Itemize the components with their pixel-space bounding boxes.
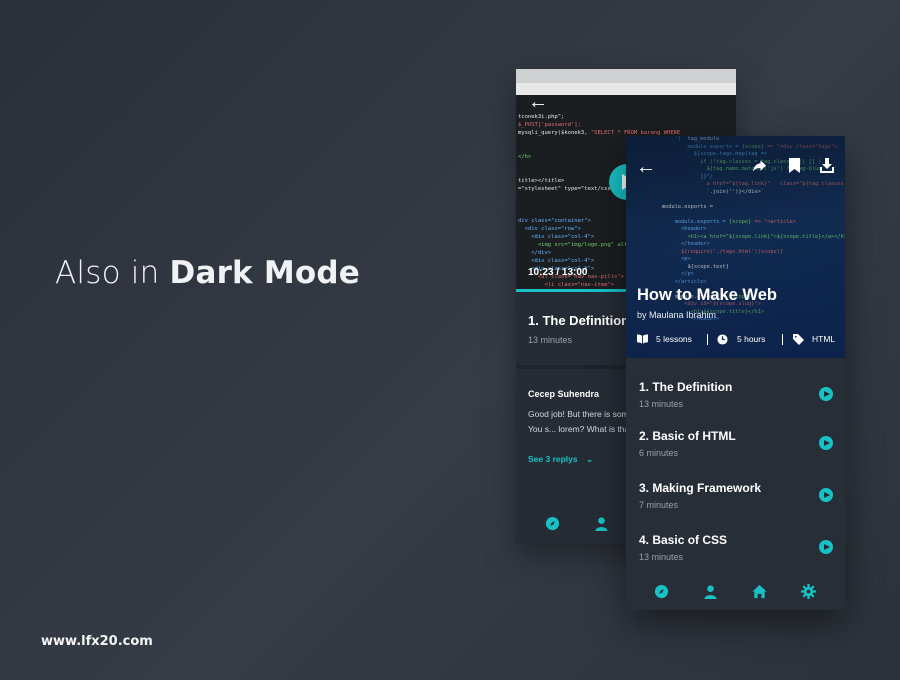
play-icon[interactable]: [819, 488, 833, 502]
lesson-title: 2. Basic of HTML: [639, 429, 736, 443]
clock-icon: [717, 334, 728, 345]
course-detail-screen: ') tag_module module.exports = {scope} =…: [626, 136, 845, 610]
lesson-title: 1. The Definition: [639, 380, 733, 394]
see-replies-link[interactable]: See 3 replys ⌄: [528, 454, 593, 465]
course-hero: ') tag_module module.exports = {scope} =…: [626, 136, 845, 358]
play-icon[interactable]: [819, 387, 833, 401]
lesson-item[interactable]: 3. Making Framework 7 minutes: [626, 481, 845, 533]
bottom-nav: [626, 572, 845, 610]
course-tag: HTML: [812, 334, 836, 344]
current-lesson-title: 1. The Definition: [528, 313, 630, 328]
back-arrow-icon[interactable]: ←: [528, 91, 548, 114]
back-arrow-icon[interactable]: ←: [636, 156, 656, 179]
course-duration: 5 hours: [737, 334, 766, 344]
lesson-duration: 13 minutes: [639, 552, 684, 562]
home-icon[interactable]: [752, 584, 767, 599]
compass-icon[interactable]: [545, 516, 560, 531]
video-ide-menubar: [516, 83, 736, 95]
play-icon[interactable]: [819, 540, 833, 554]
lessons-count: 5 lessons: [656, 334, 692, 344]
meta-separator: [782, 334, 783, 345]
comment-author: Cecep Suhendra: [528, 389, 600, 399]
gear-icon[interactable]: [801, 584, 816, 599]
meta-separator: [707, 334, 708, 345]
see-replies-label: See 3 replys: [528, 454, 578, 464]
course-author: by Maulana Ibrahim: [637, 310, 717, 320]
course-meta: 5 lessons 5 hours HTML: [637, 334, 837, 346]
lesson-duration: 13 minutes: [639, 399, 684, 409]
bookmark-icon[interactable]: [789, 158, 800, 173]
download-icon[interactable]: [820, 158, 834, 173]
lesson-item[interactable]: 1. The Definition 13 minutes: [626, 380, 845, 432]
user-icon[interactable]: [594, 516, 609, 531]
lesson-duration: 6 minutes: [639, 448, 679, 458]
hero-overlay: [626, 136, 845, 358]
headline-light: Also in: [55, 255, 170, 291]
headline: Also in Dark Mode: [55, 255, 360, 291]
tag-icon: [793, 334, 804, 345]
video-time: 10:23 / 13:00: [528, 267, 588, 278]
course-title: How to Make Web: [637, 286, 777, 304]
lesson-title: 4. Basic of CSS: [639, 533, 728, 547]
compass-icon[interactable]: [654, 584, 669, 599]
current-lesson-duration: 13 minutes: [528, 335, 573, 345]
site-url: www.lfx20.com: [41, 634, 153, 649]
lesson-title: 3. Making Framework: [639, 481, 762, 495]
headline-bold: Dark Mode: [169, 255, 361, 291]
lesson-item[interactable]: 2. Basic of HTML 6 minutes: [626, 429, 845, 481]
user-icon[interactable]: [703, 584, 718, 599]
play-icon[interactable]: [819, 436, 833, 450]
chevron-down-icon: ⌄: [586, 454, 594, 464]
lesson-duration: 7 minutes: [639, 500, 679, 510]
share-icon[interactable]: [752, 159, 767, 173]
book-icon: [637, 334, 648, 344]
video-ide-titlebar: [516, 69, 736, 83]
